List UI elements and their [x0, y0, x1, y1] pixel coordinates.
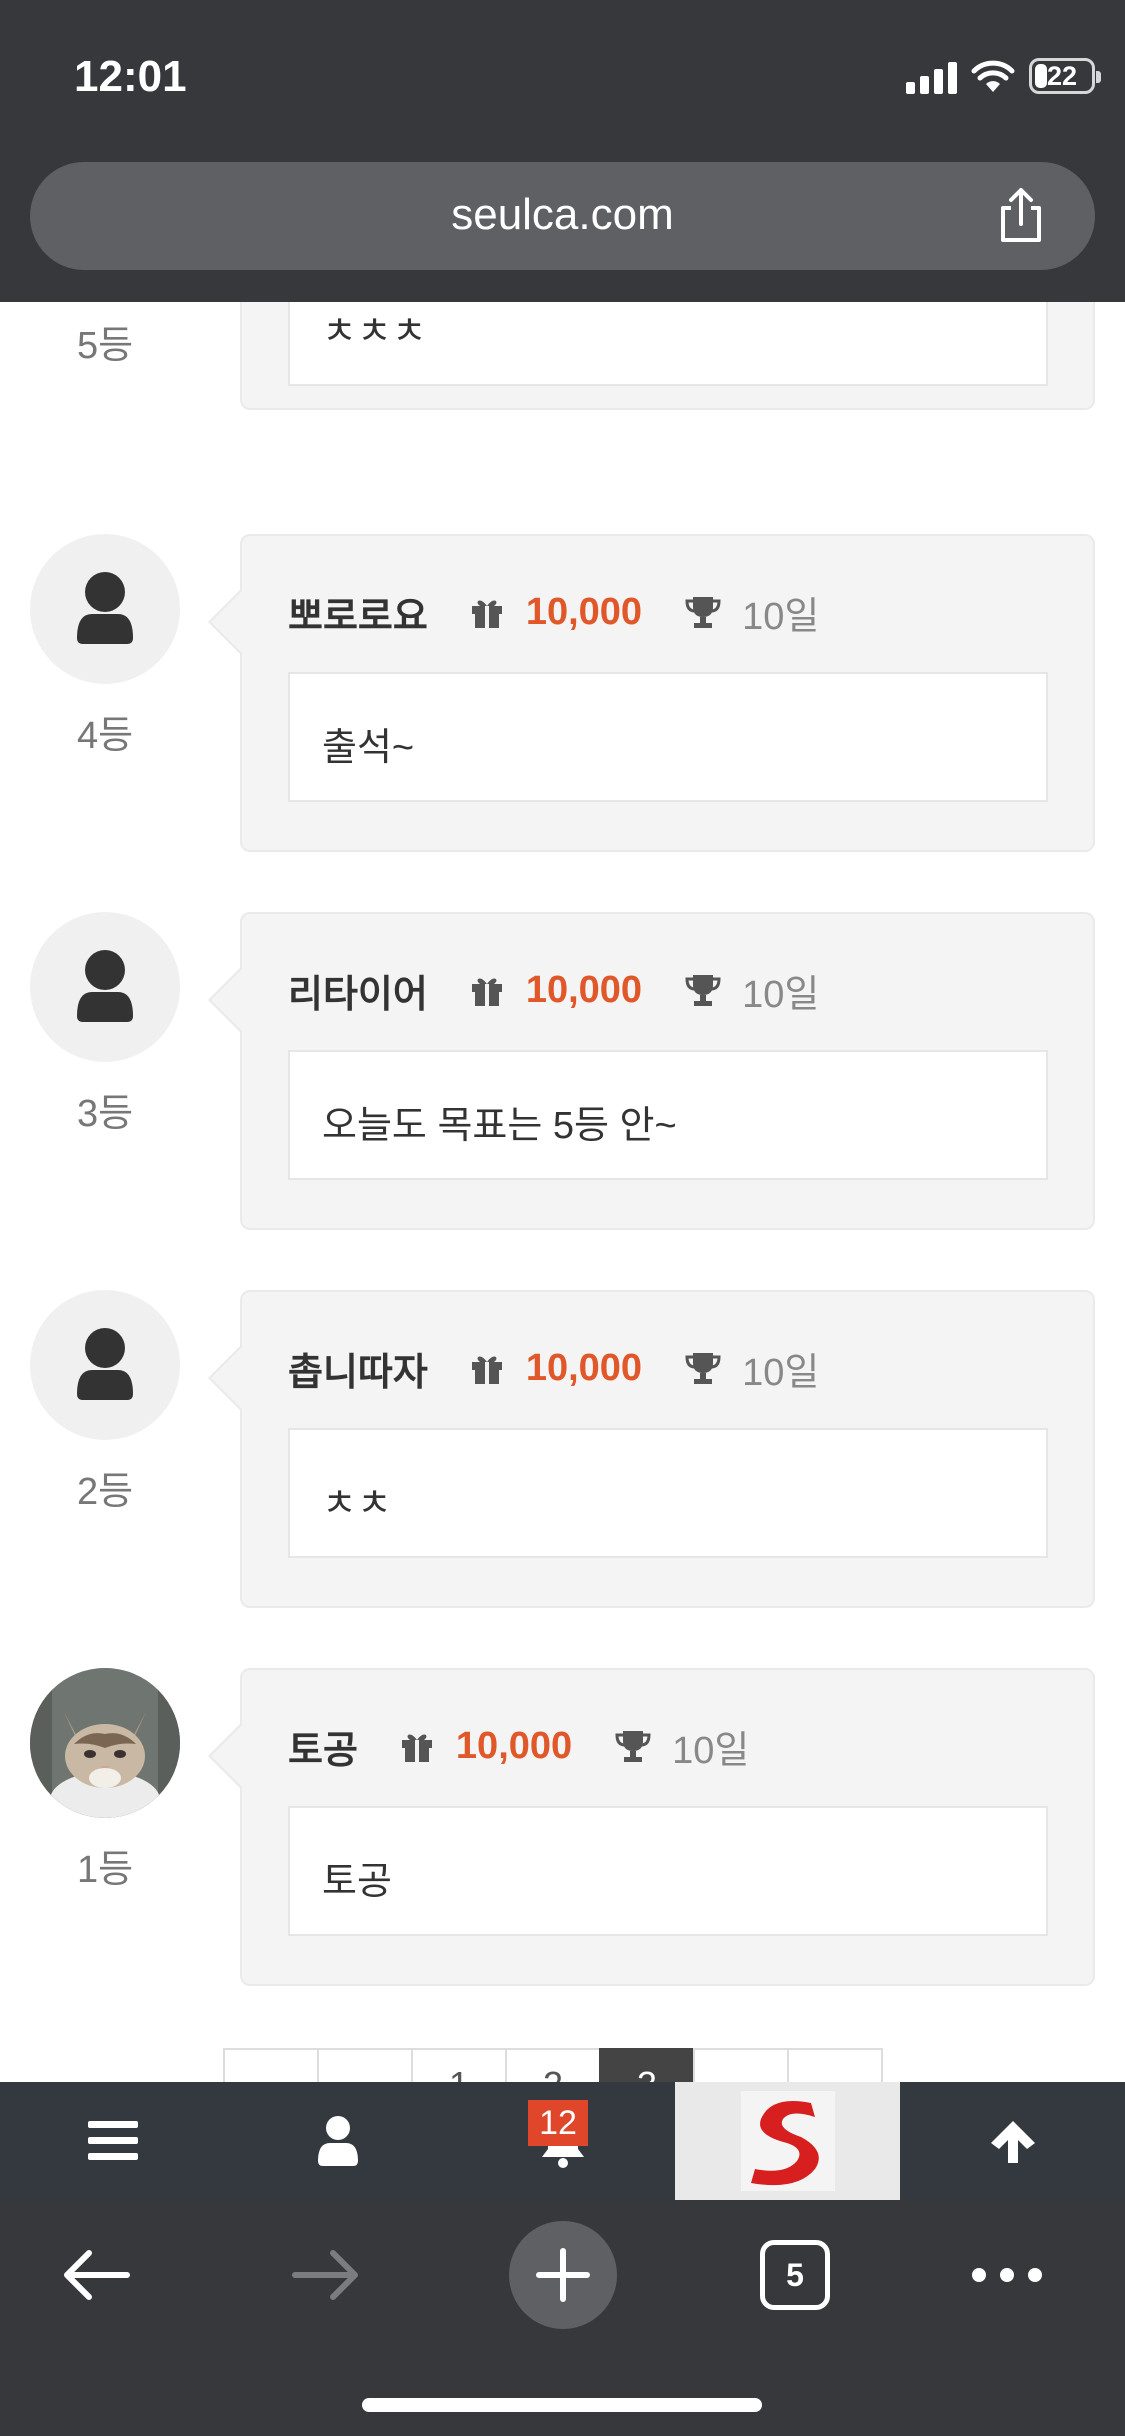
message-box: 출석~ — [288, 672, 1048, 802]
attendance-days: 10일 — [672, 1729, 750, 1772]
user-icon — [77, 1328, 133, 1400]
url-text: seulca.com — [451, 190, 674, 239]
gift-icon — [471, 1356, 502, 1384]
nickname[interactable]: 리타이어 — [288, 963, 428, 1018]
home-indicator — [362, 2398, 762, 2412]
rank-label: 2등 — [76, 1471, 134, 1513]
page-next-button[interactable] — [693, 2048, 789, 2082]
list-item: 4등 뽀로로요 10,000 10일 출석~ — [0, 534, 1125, 864]
point-amount: 10,000 — [455, 1724, 573, 1767]
share-icon[interactable] — [991, 186, 1051, 246]
avatar[interactable] — [30, 1290, 180, 1440]
arrow-right-icon — [292, 2250, 358, 2300]
cellular-signal-icon — [906, 60, 957, 94]
list-item: 1등 토공 10,000 10일 토공 — [0, 1668, 1125, 1998]
point-amount: 10,000 — [525, 968, 643, 1011]
comment-card: 뽀로로요 10,000 10일 출석~ — [208, 534, 1095, 852]
message-text: 오늘도 목표는 5등 안~ — [322, 1105, 677, 1147]
rank-label: 5등 — [76, 325, 134, 367]
list-item: 2등 촙니따자 10,000 10일 ㅊㅊ — [0, 1290, 1125, 1620]
nickname[interactable]: 토공 — [288, 1719, 358, 1774]
list-item: 3등 리타이어 10,000 10일 오늘도 목표는 5등 안~ — [0, 912, 1125, 1242]
message-text: ㅊㅊ — [322, 1483, 392, 1525]
user-icon — [77, 572, 133, 644]
user-icon — [317, 2116, 358, 2166]
menu-icon — [87, 2121, 138, 2160]
avatar[interactable] — [30, 912, 180, 1062]
site-logo-icon — [740, 2091, 835, 2191]
forward-button[interactable] — [272, 2220, 382, 2330]
menu-button[interactable] — [0, 2082, 225, 2200]
message-text: 출석~ — [322, 727, 415, 769]
address-bar[interactable]: seulca.com — [30, 162, 1095, 270]
status-time: 12:01 — [74, 52, 187, 101]
point-amount: 10,000 — [525, 1346, 643, 1389]
tabs-button[interactable]: 5 — [740, 2220, 850, 2330]
nickname[interactable]: 뽀로로요 — [288, 585, 428, 640]
rank-label: 3등 — [76, 1093, 134, 1135]
comment-card: ㅊㅊㅊ — [240, 302, 1095, 410]
battery-level: 22 — [1046, 60, 1078, 91]
point-amount: 10,000 — [525, 590, 643, 633]
page-button[interactable]: 2 — [505, 2048, 601, 2082]
page-first-button[interactable] — [223, 2048, 319, 2082]
pagination: 1 2 3 — [223, 2048, 883, 2082]
user-icon — [77, 950, 133, 1022]
nickname[interactable]: 촙니따자 — [288, 1341, 428, 1396]
list-item: 5등 ㅊㅊㅊ — [0, 302, 1125, 422]
cat-photo-icon — [30, 1668, 180, 1818]
attendance-days: 10일 — [742, 973, 820, 1016]
message-box: 오늘도 목표는 5등 안~ — [288, 1050, 1048, 1180]
arrow-up-icon — [990, 2121, 1035, 2163]
profile-button[interactable] — [225, 2082, 450, 2200]
rank-label: 1등 — [76, 1849, 134, 1891]
rank-label: 4등 — [76, 715, 134, 757]
new-tab-button[interactable] — [508, 2220, 618, 2330]
battery-icon: 22 — [1029, 58, 1101, 94]
more-menu-button[interactable] — [952, 2220, 1062, 2330]
status-icons: 22 — [906, 58, 1101, 94]
browser-top-bar: 12:01 22 seulca.com — [0, 0, 1125, 302]
page-button[interactable]: 1 — [411, 2048, 507, 2082]
avatar[interactable] — [30, 1668, 180, 1818]
page-button-current[interactable]: 3 — [599, 2048, 695, 2082]
comment-card: 리타이어 10,000 10일 오늘도 목표는 5등 안~ — [208, 912, 1095, 1230]
wifi-icon — [971, 60, 1015, 92]
page-last-button[interactable] — [787, 2048, 883, 2082]
trophy-icon — [615, 1731, 651, 1762]
gift-icon — [471, 978, 502, 1006]
scroll-top-button[interactable] — [900, 2082, 1125, 2200]
gift-icon — [401, 1734, 432, 1762]
avatar[interactable] — [30, 534, 180, 684]
message-box: ㅊㅊㅊ — [288, 302, 1048, 386]
more-dots-icon — [972, 2268, 1042, 2282]
plus-icon — [536, 2248, 590, 2302]
gift-icon — [471, 600, 502, 628]
arrow-left-icon — [64, 2250, 130, 2300]
message-box: 토공 — [288, 1806, 1048, 1936]
comment-card: 토공 10,000 10일 토공 — [208, 1668, 1095, 1986]
comment-card: 촙니따자 10,000 10일 ㅊㅊ — [208, 1290, 1095, 1608]
notification-badge: 12 — [528, 2100, 588, 2146]
back-button[interactable] — [40, 2220, 150, 2330]
page-prev-button[interactable] — [317, 2048, 413, 2082]
attendance-list: 5등 ㅊㅊㅊ 4등 뽀로로요 10,000 10일 출석~ 3등 리타이어 10… — [0, 302, 1125, 2082]
trophy-icon — [685, 597, 721, 628]
site-logo[interactable] — [675, 2082, 900, 2200]
message-text: 토공 — [322, 1861, 392, 1903]
trophy-icon — [685, 975, 721, 1006]
message-box: ㅊㅊ — [288, 1428, 1048, 1558]
trophy-icon — [685, 1353, 721, 1384]
tab-count: 5 — [760, 2240, 830, 2310]
message-text: ㅊㅊㅊ — [322, 311, 427, 353]
attendance-days: 10일 — [742, 1351, 820, 1394]
attendance-days: 10일 — [742, 595, 820, 638]
